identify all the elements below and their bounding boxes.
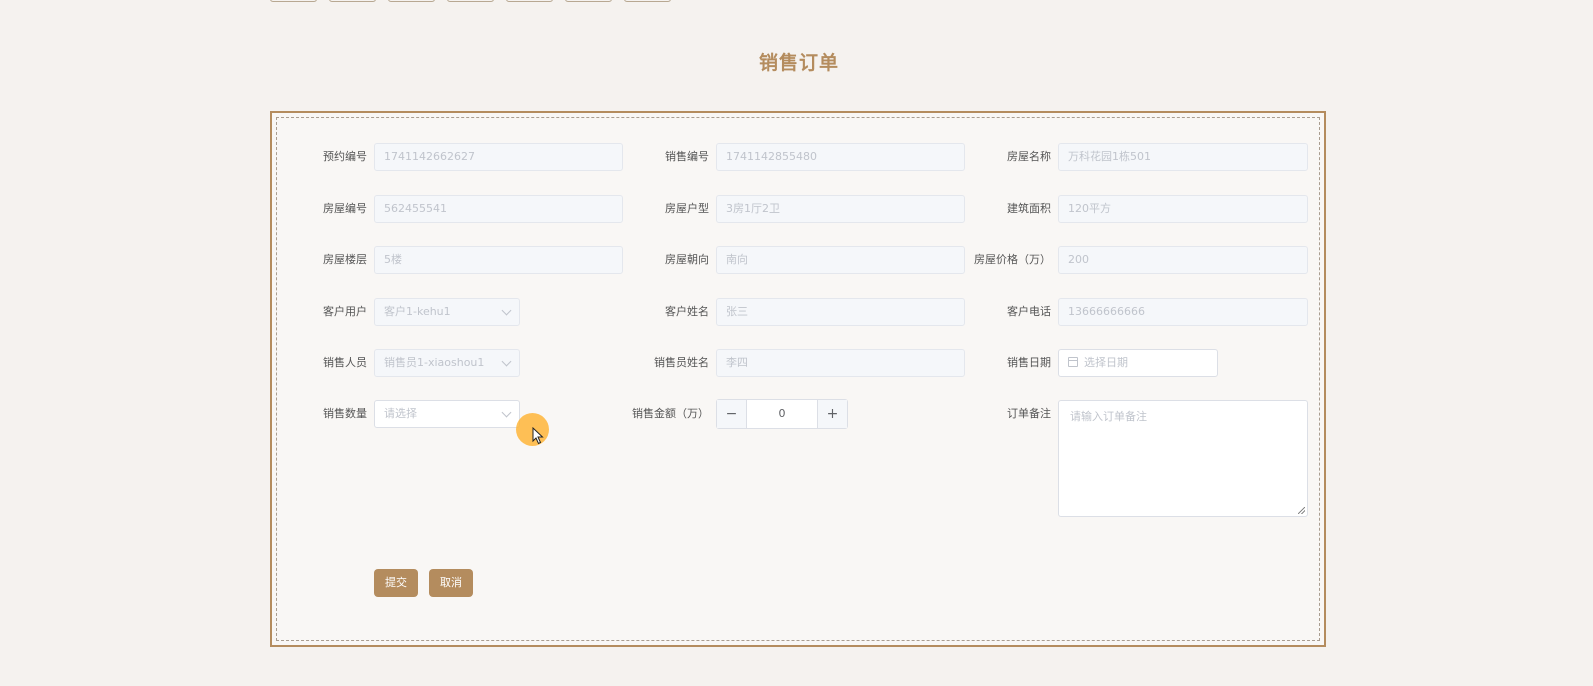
salesperson-name-label: 销售员姓名 bbox=[654, 356, 709, 369]
house-name-label: 房屋名称 bbox=[1007, 150, 1051, 163]
customer-user-label: 客户用户 bbox=[323, 305, 367, 318]
house-orientation-label: 房屋朝向 bbox=[665, 253, 709, 266]
house-floor-label: 房屋楼层 bbox=[323, 253, 367, 266]
sales-quantity-select[interactable]: 请选择 bbox=[374, 400, 520, 428]
increment-button[interactable]: + bbox=[817, 400, 847, 428]
salesperson-value: 销售员1-xiaoshou1 bbox=[384, 356, 485, 369]
order-note-textarea[interactable]: 请输入订单备注 bbox=[1058, 400, 1308, 517]
customer-user-select[interactable]: 客户1-kehu1 bbox=[374, 298, 520, 326]
sales-amount-value[interactable]: 0 bbox=[747, 400, 817, 428]
reservation-number-field[interactable]: 1741142662627 bbox=[374, 143, 623, 171]
house-number-field[interactable]: 562455541 bbox=[374, 195, 623, 223]
salesperson-name-field[interactable]: 李四 bbox=[716, 349, 965, 377]
chevron-down-icon bbox=[501, 305, 512, 316]
form-dashed-frame: 预约编号 1741142662627 销售编号 1741142855480 房屋… bbox=[276, 117, 1320, 641]
house-name-field[interactable]: 万科花园1栋501 bbox=[1058, 143, 1308, 171]
sales-quantity-placeholder: 请选择 bbox=[384, 407, 417, 420]
submit-button[interactable]: 提交 bbox=[374, 569, 418, 597]
customer-user-value: 客户1-kehu1 bbox=[384, 305, 451, 318]
top-tab-3[interactable] bbox=[388, 0, 435, 2]
chevron-down-icon bbox=[501, 407, 512, 418]
page-title: 销售订单 bbox=[758, 52, 839, 74]
decrement-button[interactable]: − bbox=[717, 400, 747, 428]
calendar-icon bbox=[1068, 357, 1078, 367]
order-note-label: 订单备注 bbox=[1007, 407, 1051, 420]
sales-date-picker[interactable]: 选择日期 bbox=[1058, 349, 1218, 377]
house-price-field[interactable]: 200 bbox=[1058, 246, 1308, 274]
top-tab-7[interactable] bbox=[624, 0, 671, 2]
house-orientation-field[interactable]: 南向 bbox=[716, 246, 965, 274]
reservation-number-label: 预约编号 bbox=[323, 150, 367, 163]
building-area-label: 建筑面积 bbox=[1007, 202, 1051, 215]
order-note-placeholder: 请输入订单备注 bbox=[1070, 410, 1147, 423]
sales-order-form: 预约编号 1741142662627 销售编号 1741142855480 房屋… bbox=[270, 111, 1326, 647]
building-area-field[interactable]: 120平方 bbox=[1058, 195, 1308, 223]
house-layout-field[interactable]: 3房1厅2卫 bbox=[716, 195, 965, 223]
house-number-label: 房屋编号 bbox=[323, 202, 367, 215]
house-layout-label: 房屋户型 bbox=[665, 202, 709, 215]
sales-amount-label: 销售金额（万） bbox=[632, 407, 709, 420]
cancel-button[interactable]: 取消 bbox=[429, 569, 473, 597]
sales-quantity-label: 销售数量 bbox=[323, 407, 367, 420]
customer-phone-field[interactable]: 13666666666 bbox=[1058, 298, 1308, 326]
house-price-label: 房屋价格（万） bbox=[974, 253, 1051, 266]
sales-date-placeholder: 选择日期 bbox=[1084, 356, 1128, 369]
top-tab-4[interactable] bbox=[447, 0, 494, 2]
house-floor-field[interactable]: 5楼 bbox=[374, 246, 623, 274]
sales-date-label: 销售日期 bbox=[1007, 356, 1051, 369]
resize-handle-icon[interactable] bbox=[1298, 507, 1305, 514]
sales-amount-stepper[interactable]: − 0 + bbox=[716, 399, 848, 429]
sales-number-label: 销售编号 bbox=[665, 150, 709, 163]
customer-name-label: 客户姓名 bbox=[665, 305, 709, 318]
mouse-pointer-icon bbox=[532, 427, 544, 445]
top-tab-6[interactable] bbox=[565, 0, 612, 2]
salesperson-select[interactable]: 销售员1-xiaoshou1 bbox=[374, 349, 520, 377]
top-tab-2[interactable] bbox=[329, 0, 376, 2]
customer-phone-label: 客户电话 bbox=[1007, 305, 1051, 318]
top-tab-5[interactable] bbox=[506, 0, 553, 2]
chevron-down-icon bbox=[501, 356, 512, 367]
sales-number-field[interactable]: 1741142855480 bbox=[716, 143, 965, 171]
top-tab-1[interactable] bbox=[270, 0, 317, 2]
customer-name-field[interactable]: 张三 bbox=[716, 298, 965, 326]
salesperson-label: 销售人员 bbox=[323, 356, 367, 369]
